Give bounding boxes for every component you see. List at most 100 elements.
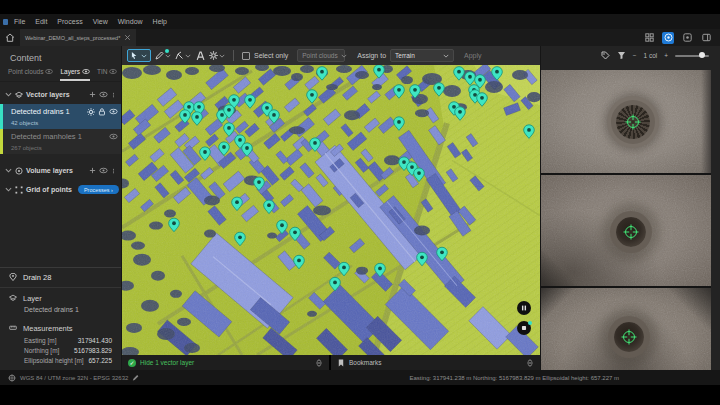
map-3d-view[interactable]: [122, 65, 540, 355]
volume-layers-icon: [15, 167, 23, 175]
add-layer-icon[interactable]: [89, 91, 96, 98]
assign-target-dropdown[interactable]: Terrain: [390, 49, 454, 62]
content-sidebar: Content Point clouds Layers TIN Vector l…: [0, 46, 122, 370]
collapse-icon[interactable]: [315, 359, 323, 367]
layer-row-detected-manholes[interactable]: Detected manholes 1 267 objects: [0, 129, 121, 154]
home-icon: [5, 33, 15, 43]
gear-icon: [209, 51, 218, 60]
select-only-checkbox[interactable]: [242, 52, 250, 60]
draw-tool-button[interactable]: [155, 51, 171, 60]
layer-object-count: 42 objects: [11, 119, 121, 129]
zoom-out-button[interactable]: −: [633, 52, 637, 59]
eye-icon[interactable]: [99, 91, 108, 98]
measurement-value: 5167983.829: [74, 347, 112, 354]
more-options-icon[interactable]: [111, 91, 116, 99]
settings-tool-button[interactable]: [209, 51, 225, 60]
measurement-label: Northing [m]: [24, 347, 59, 354]
measurement-value: 317941.430: [78, 337, 112, 344]
lock-icon[interactable]: [98, 108, 106, 116]
bookmarks-label[interactable]: Bookmarks: [349, 359, 522, 366]
content-tabs: Point clouds Layers TIN: [0, 68, 121, 82]
tab-layers[interactable]: Layers: [60, 68, 90, 81]
caret-down-icon: [5, 91, 12, 98]
grid-of-points-header[interactable]: Grid of points Processes ›: [0, 182, 121, 197]
measurements-icon: [9, 324, 17, 332]
camera-views-button[interactable]: [517, 301, 531, 315]
gear-icon[interactable]: [87, 108, 95, 116]
stop-button[interactable]: [517, 321, 531, 335]
layer-icon: [9, 294, 17, 302]
processes-badge[interactable]: Processes ›: [78, 185, 119, 194]
tab-tin[interactable]: TIN: [97, 68, 117, 81]
selection-info-panel: Drain 28 Layer Detected drains 1 Measure…: [0, 267, 121, 371]
measurement-value: 657.225: [89, 357, 113, 364]
hide-vector-layer-link[interactable]: Hide 1 vector layer: [140, 359, 311, 366]
bookmark-icon: [337, 359, 345, 367]
caret-down-icon: [219, 53, 225, 59]
drain-photo-2[interactable]: [541, 175, 711, 288]
menu-help[interactable]: Help: [148, 14, 172, 29]
drain-marker-icon: [625, 226, 637, 238]
drain-photo-3[interactable]: [541, 288, 711, 370]
layer-row-detected-drains[interactable]: Detected drains 1 42 objects: [0, 104, 121, 129]
menu-view[interactable]: View: [88, 14, 113, 29]
map-viewport: Select only Point clouds Assign to Terra…: [122, 46, 540, 370]
select-tool-button[interactable]: [127, 49, 151, 62]
crs-icon: [8, 374, 16, 382]
point-clouds-dropdown[interactable]: Point clouds: [297, 49, 345, 62]
viewport-footer: ✓ Hide 1 vector layer Bookmarks: [122, 355, 540, 370]
caret-down-icon: [141, 53, 147, 59]
eye-icon[interactable]: [109, 108, 118, 115]
layout-single-button[interactable]: [662, 32, 674, 44]
caret-down-icon: [5, 186, 12, 193]
columns-label: 1 col: [643, 52, 657, 59]
project-tab[interactable]: Webinar_DEMO_all_steps_processed*: [20, 29, 136, 46]
add-layer-icon[interactable]: [89, 167, 96, 174]
measurements-section-heading: Measurements: [23, 324, 73, 333]
drain-marker-icon: [627, 116, 639, 128]
tab-point-clouds[interactable]: Point clouds: [8, 68, 53, 81]
line-tool-button[interactable]: [175, 51, 191, 60]
viewport-toolbar: Select only Point clouds Assign to Terra…: [122, 46, 540, 65]
more-options-icon[interactable]: [111, 167, 116, 175]
application-window: File Edit Process View Window Help Webin…: [0, 0, 720, 405]
layout-square-button[interactable]: [681, 32, 693, 44]
select-only-label: Select only: [254, 52, 288, 59]
menu-file[interactable]: File: [9, 14, 30, 29]
menu-bar: File Edit Process View Window Help: [0, 14, 720, 29]
eye-icon[interactable]: [99, 167, 108, 174]
polyline-icon: [175, 51, 184, 60]
edit-crs-icon[interactable]: [132, 374, 139, 381]
selected-layer-value: Detected drains 1: [0, 306, 121, 318]
app-icon: [3, 19, 8, 25]
menu-window[interactable]: Window: [113, 14, 148, 29]
volume-layers-header[interactable]: Volume layers: [0, 163, 121, 178]
tab-close-icon[interactable]: [124, 34, 131, 41]
vector-layers-icon: [15, 91, 23, 99]
cursor-coordinates: Easting: 317941.238 m Northing: 5167983.…: [410, 375, 712, 381]
caret-down-icon: [165, 53, 171, 59]
vector-layers-header[interactable]: Vector layers: [0, 87, 121, 102]
crs-label[interactable]: WGS 84 / UTM zone 32N - EPSG 32632: [20, 375, 128, 381]
collapse-icon[interactable]: [526, 359, 534, 367]
drain-photo-1[interactable]: [541, 70, 711, 175]
layout-grid-button[interactable]: [643, 32, 655, 44]
menu-process[interactable]: Process: [52, 14, 87, 29]
tag-icon[interactable]: [601, 51, 610, 60]
detail-toolbar: − 1 col +: [541, 46, 720, 65]
thumbnail-size-slider[interactable]: [675, 55, 709, 57]
zoom-in-button[interactable]: +: [664, 52, 668, 59]
pin-icon: [9, 273, 17, 281]
stop-icon: [520, 324, 528, 332]
home-button[interactable]: [0, 29, 20, 46]
slider-knob[interactable]: [699, 52, 705, 58]
layout-panel-button[interactable]: [700, 32, 712, 44]
measure-tool-icon[interactable]: [195, 51, 205, 61]
check-circle-icon: ✓: [128, 359, 136, 367]
apply-button[interactable]: Apply: [464, 52, 482, 59]
point-cloud-map: [122, 65, 540, 355]
menu-edit[interactable]: Edit: [30, 14, 52, 29]
content-panel-title: Content: [0, 46, 121, 68]
filter-icon[interactable]: [617, 51, 626, 60]
eye-icon[interactable]: [109, 133, 118, 140]
